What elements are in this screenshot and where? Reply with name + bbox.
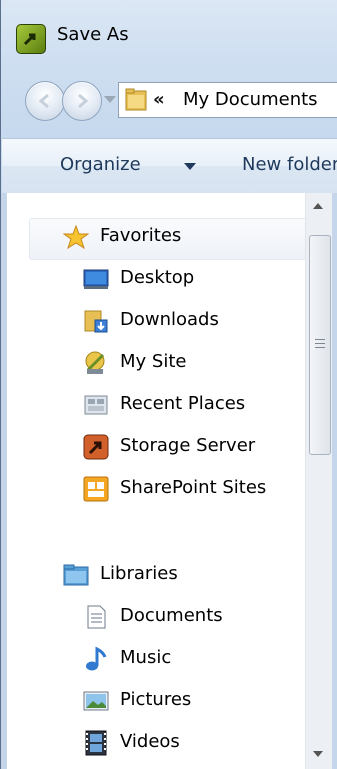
- recent-locations-chevron-down-icon[interactable]: [104, 96, 116, 103]
- nav-item-label: Storage Server: [120, 435, 256, 456]
- back-arrow-icon: [38, 93, 49, 109]
- nav-item-label: Videos: [120, 731, 180, 752]
- command-toolbar: Organize New folder: [2, 138, 337, 194]
- app-icon: [16, 24, 46, 54]
- nav-item-label: Recent Places: [120, 393, 246, 414]
- star-icon: [63, 224, 89, 250]
- forward-arrow-icon: [78, 93, 89, 109]
- nav-item-label: Music: [120, 647, 172, 668]
- nav-item-label: Downloads: [120, 309, 219, 330]
- sharepoint-icon: [83, 476, 109, 502]
- forward-button[interactable]: [62, 81, 102, 121]
- navigation-pane-scrollbar[interactable]: [305, 193, 333, 769]
- new-folder-button[interactable]: New folder: [242, 154, 337, 175]
- desktop-icon: [83, 269, 109, 289]
- scrollbar-thumb[interactable]: [309, 235, 331, 455]
- nav-item-label: Desktop: [120, 267, 195, 288]
- nav-item-label: SharePoint Sites: [120, 477, 267, 498]
- back-button[interactable]: [25, 81, 65, 121]
- title-bar: Save As: [1, 0, 337, 74]
- storage-server-icon: [83, 434, 109, 460]
- breadcrumb-current[interactable]: My Documents: [183, 89, 318, 110]
- recent-places-icon: [84, 395, 108, 415]
- nav-item-label: My Site: [120, 351, 187, 372]
- mysite-icon: [85, 351, 105, 374]
- libraries-icon: [63, 564, 89, 586]
- nav-item-label: Documents: [120, 605, 223, 626]
- save-as-dialog: Save As « My Documents Organize New fold…: [0, 0, 337, 769]
- organize-button[interactable]: Organize: [60, 154, 141, 175]
- scrollbar-grip-icon: [315, 339, 325, 349]
- scroll-down-arrow-icon[interactable]: [313, 751, 323, 757]
- address-bar[interactable]: « My Documents: [118, 82, 337, 118]
- nav-item-label: Pictures: [120, 689, 192, 710]
- pictures-icon: [83, 691, 109, 711]
- pane-edge-right: [332, 193, 337, 769]
- downloads-icon: [84, 310, 108, 333]
- window-title: Save As: [57, 24, 129, 45]
- nav-favorites-label: Favorites: [100, 225, 182, 246]
- folder-icon: [125, 88, 147, 111]
- documents-icon: [87, 605, 106, 629]
- breadcrumb-overflow-chevron[interactable]: «: [153, 89, 165, 110]
- navigation-pane[interactable]: Favorites Desktop Downloads My Site Rece…: [7, 193, 332, 769]
- videos-icon: [85, 730, 107, 756]
- organize-chevron-down-icon: [184, 163, 196, 170]
- scroll-up-arrow-icon[interactable]: [313, 203, 323, 209]
- nav-libraries-label: Libraries: [100, 563, 178, 584]
- music-icon: [86, 646, 107, 671]
